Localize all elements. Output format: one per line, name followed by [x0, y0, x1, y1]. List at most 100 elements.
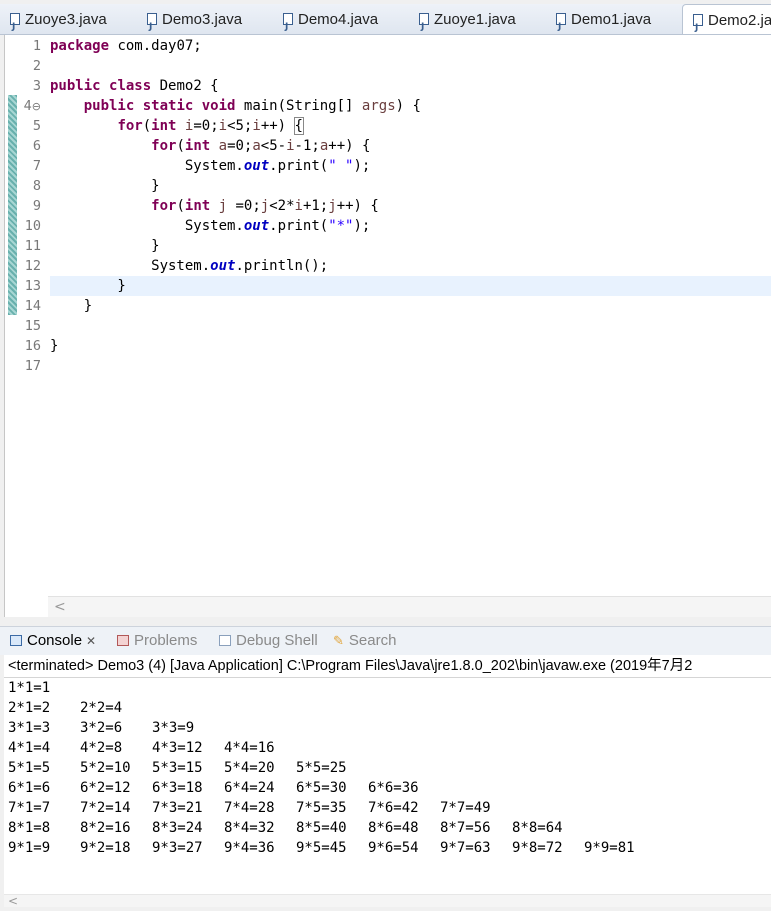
console-tab-bar: Console ✕ Problems Debug Shell ✎ Search	[0, 626, 771, 655]
line-number: 4⊖	[23, 98, 41, 114]
console-tab-label: Debug Shell	[236, 632, 318, 649]
code-line[interactable]	[50, 56, 771, 76]
console-output-cell: 5*3=15	[152, 760, 203, 776]
fold-collapse-icon[interactable]: ⊖	[32, 100, 41, 113]
code-token: (	[142, 118, 152, 134]
code-token: for	[151, 138, 177, 154]
console-output-cell: 8*4=32	[224, 820, 275, 836]
code-area[interactable]: package com.day07; public class Demo2 { p…	[50, 36, 771, 376]
editor-tab-label: Zuoye1.java	[434, 11, 516, 28]
console-output-cell: 9*2=18	[80, 840, 131, 856]
console-horizontal-scrollbar[interactable]: <	[4, 894, 771, 908]
console-tab-label: Search	[348, 632, 397, 649]
code-token: ++) {	[328, 138, 371, 154]
code-line[interactable]: System.out.print("*");	[50, 216, 771, 236]
console-output-cell: 4*3=12	[152, 740, 203, 756]
code-line[interactable]: System.out.print(" ");	[50, 156, 771, 176]
code-token: static	[142, 98, 194, 114]
scroll-left-arrow-icon[interactable]: <	[54, 597, 66, 617]
code-line[interactable]: public static void main(String[] args) {	[50, 96, 771, 116]
code-token: .print(	[269, 218, 329, 234]
console-tab-search[interactable]: ✎ Search	[333, 627, 396, 655]
editor-tab[interactable]: Demo3.java	[137, 4, 273, 34]
line-number: 9	[32, 198, 41, 214]
console-output-cell: 8*1=8	[8, 820, 51, 836]
code-line[interactable]: public class Demo2 {	[50, 76, 771, 96]
line-number: 1	[32, 38, 41, 54]
console-output-line: 1*1=1	[8, 678, 768, 698]
code-token: j	[328, 198, 337, 214]
code-token: a	[252, 138, 261, 154]
console-output[interactable]: 1*1=1 2*1=2 2*2=4 3*1=3 3*2=6 3*3=9 4*1=4 4*2=8…	[4, 678, 771, 908]
console-output-cell: 7*3=21	[152, 800, 203, 816]
code-token: void	[201, 98, 236, 114]
code-line[interactable]: }	[50, 296, 771, 316]
code-token: }	[50, 298, 93, 314]
java-file-icon	[10, 11, 20, 34]
line-number: 14	[24, 298, 41, 314]
editor-tab-label: Demo1.java	[571, 11, 652, 28]
code-token: <5-	[260, 138, 287, 154]
console-output-line: 2*1=2 2*2=4	[8, 698, 768, 718]
code-token: a	[319, 138, 329, 154]
console-output-cell: 3*3=9	[152, 720, 195, 736]
code-line[interactable]: for(int a=0;a<5-i-1;a++) {	[50, 136, 771, 156]
console-output-cell: 4*1=4	[8, 740, 51, 756]
code-line[interactable]: for(int i=0;i<5;i++) {	[50, 116, 771, 136]
code-token: }	[50, 178, 160, 194]
editor-tab[interactable]: Zuoye3.java	[0, 4, 137, 34]
console-output-line: 6*1=6 6*2=12 6*3=18 6*4=24 6*5=30 6*6=36	[8, 778, 768, 798]
console-output-cell: 5*5=25	[296, 760, 347, 776]
console-output-cell: 9*9=81	[584, 840, 635, 856]
code-token: i	[294, 198, 303, 214]
console-output-cell: 6*6=36	[368, 780, 419, 796]
code-line[interactable]: }	[50, 336, 771, 356]
code-editor[interactable]: 1 2 3 4⊖ 5 6 7 8 9 10 11 12 13 14 15 16 17 package com.d…	[4, 35, 771, 617]
line-number: 2	[32, 58, 41, 74]
console-output-cell: 9*7=63	[440, 840, 491, 856]
console-tab-problems[interactable]: Problems	[117, 627, 197, 655]
code-line[interactable]	[50, 356, 771, 376]
line-number: 6	[32, 138, 41, 154]
close-icon[interactable]: ✕	[86, 634, 96, 648]
line-number: 13	[24, 278, 41, 294]
code-token: );	[353, 218, 371, 234]
console-output-cell: 6*1=6	[8, 780, 51, 796]
code-token: =0;	[227, 138, 253, 154]
current-code-line[interactable]: }	[50, 276, 771, 296]
scroll-left-arrow-icon[interactable]: <	[8, 891, 18, 911]
console-output-line: 9*1=9 9*2=18 9*3=27 9*4=36 9*5=45 9*6=54 9*7=6…	[8, 838, 768, 858]
editor-tab[interactable]: Demo2.ja	[682, 4, 771, 34]
code-token: out	[210, 258, 236, 274]
console-status-line: <terminated> Demo3 (4) [Java Application…	[4, 655, 771, 678]
code-token: }	[50, 238, 160, 254]
console-output-cell: 8*3=24	[152, 820, 203, 836]
code-line[interactable]: }	[50, 176, 771, 196]
editor-tab[interactable]: Demo4.java	[273, 4, 409, 34]
code-token: System.	[50, 218, 244, 234]
code-line[interactable]: package com.day07;	[50, 36, 771, 56]
editor-horizontal-scrollbar[interactable]: <	[48, 596, 771, 617]
code-line[interactable]: System.out.println();	[50, 256, 771, 276]
code-token: <2*	[269, 198, 295, 214]
console-output-cell: 8*2=16	[80, 820, 131, 836]
code-token: -1;	[294, 138, 320, 154]
console-output-cell: 7*5=35	[296, 800, 347, 816]
code-line[interactable]: }	[50, 236, 771, 256]
editor-tab[interactable]: Zuoye1.java	[409, 4, 546, 34]
code-line[interactable]	[50, 316, 771, 336]
code-token: ++)	[260, 118, 295, 134]
java-file-icon	[147, 11, 157, 34]
code-line[interactable]: for(int j =0;j<2*i+1;j++) {	[50, 196, 771, 216]
editor-tab[interactable]: Demo1.java	[546, 4, 682, 34]
console-tab-debug-shell[interactable]: Debug Shell	[219, 627, 318, 655]
console-tab-console[interactable]: Console ✕	[10, 627, 96, 655]
code-token: .println();	[235, 258, 329, 274]
code-token: =0;	[193, 118, 219, 134]
code-token: public	[83, 98, 135, 114]
